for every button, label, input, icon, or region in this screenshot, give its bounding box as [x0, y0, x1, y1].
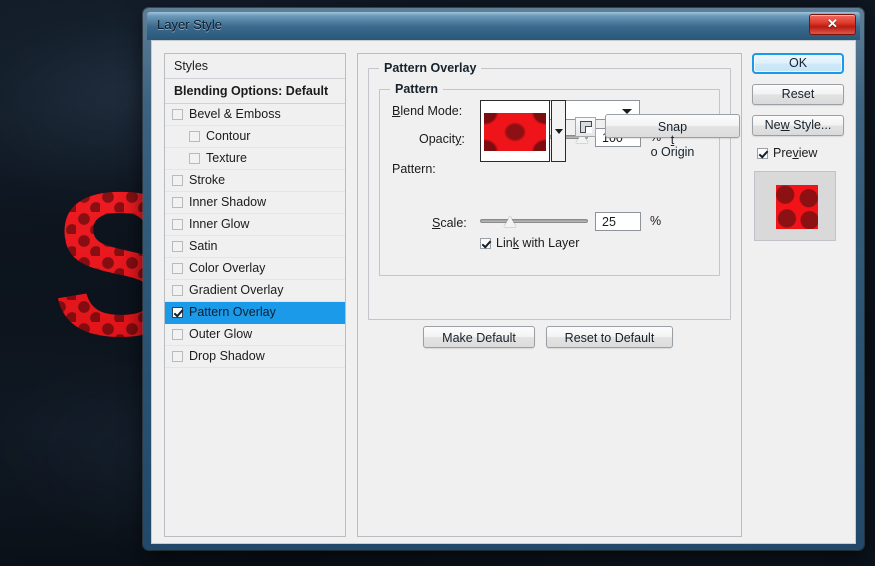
style-item-label: Color Overlay: [189, 261, 266, 275]
checkbox-stroke[interactable]: [172, 175, 183, 186]
styles-panel: Styles Blending Options: Default Bevel &…: [164, 53, 346, 537]
style-item-label: Contour: [206, 129, 251, 143]
dialog-body: Styles Blending Options: Default Bevel &…: [151, 40, 856, 544]
style-item-stroke[interactable]: Stroke: [165, 170, 345, 192]
style-item-inner-glow[interactable]: Inner Glow: [165, 214, 345, 236]
scale-unit: %: [650, 214, 662, 228]
checkbox-preview[interactable]: [757, 147, 768, 159]
checkbox-color-overlay[interactable]: [172, 263, 183, 274]
new-style-label: New Style...: [764, 118, 832, 132]
checkbox-gradient-overlay[interactable]: [172, 285, 183, 296]
style-item-contour[interactable]: Contour: [165, 126, 345, 148]
style-item-label: Drop Shadow: [189, 349, 265, 363]
pattern-group: Pattern Blend Mode: Normal Opacity: 10: [379, 82, 740, 276]
pattern-swatch-preview: [484, 113, 546, 151]
scale-slider-thumb[interactable]: [504, 216, 516, 227]
close-icon: ✕: [827, 16, 838, 31]
style-item-label: Inner Glow: [189, 217, 250, 231]
scale-label: Scale:: [432, 216, 467, 230]
checkbox-contour[interactable]: [189, 131, 200, 142]
style-item-texture[interactable]: Texture: [165, 148, 345, 170]
pattern-dropdown-button[interactable]: [551, 100, 566, 162]
pattern-group-title: Pattern: [390, 82, 444, 96]
preview-thumbnail: [754, 171, 836, 241]
style-item-satin[interactable]: Satin: [165, 236, 345, 258]
checkbox-link-with-layer[interactable]: [480, 237, 491, 249]
style-item-color-overlay[interactable]: Color Overlay: [165, 258, 345, 280]
checkbox-drop-shadow[interactable]: [172, 351, 183, 362]
checkbox-outer-glow[interactable]: [172, 329, 183, 340]
ok-button[interactable]: OK: [752, 53, 844, 74]
scale-input[interactable]: 25: [595, 212, 641, 231]
preview-row[interactable]: Preview: [757, 146, 847, 160]
style-item-inner-shadow[interactable]: Inner Shadow: [165, 192, 345, 214]
scale-slider-track: [480, 219, 588, 223]
blending-options-item[interactable]: Blending Options: Default: [165, 79, 345, 104]
opacity-label: Opacity:: [419, 132, 465, 146]
style-item-label: Stroke: [189, 173, 226, 187]
checkbox-satin[interactable]: [172, 241, 183, 252]
pattern-overlay-panel: Pattern Overlay Pattern Blend Mode: Norm…: [357, 53, 742, 537]
style-item-label: Texture: [206, 151, 247, 165]
chevron-down-icon: [555, 129, 563, 134]
pattern-swatch-button[interactable]: [480, 100, 550, 162]
style-item-gradient-overlay[interactable]: Gradient Overlay: [165, 280, 345, 302]
style-item-label: Satin: [189, 239, 218, 253]
new-pattern-icon: [580, 121, 592, 133]
checkbox-inner-glow[interactable]: [172, 219, 183, 230]
dialog-actions: OK Reset New Style... Preview: [752, 53, 847, 241]
reset-to-default-label: Reset to Default: [564, 331, 655, 345]
new-style-button[interactable]: New Style...: [752, 115, 844, 136]
link-with-layer-label: Link with Layer: [496, 236, 580, 250]
checkbox-pattern-overlay[interactable]: [172, 307, 183, 318]
style-item-label: Pattern Overlay: [189, 305, 276, 319]
checkbox-texture[interactable]: [189, 153, 200, 164]
make-default-label: Make Default: [442, 331, 516, 345]
dialog-title: Layer Style: [157, 17, 223, 32]
style-item-label: Inner Shadow: [189, 195, 267, 209]
close-button[interactable]: ✕: [809, 14, 856, 35]
style-item-label: Bevel & Emboss: [189, 107, 281, 121]
style-item-label: Outer Glow: [189, 327, 253, 341]
blend-mode-label: Blend Mode:: [392, 104, 463, 118]
style-item-label: Gradient Overlay: [189, 283, 284, 297]
pattern-overlay-title: Pattern Overlay: [379, 61, 482, 75]
link-with-layer-row[interactable]: Link with Layer: [480, 236, 579, 250]
style-item-drop-shadow[interactable]: Drop Shadow: [165, 346, 345, 368]
style-item-pattern-overlay[interactable]: Pattern Overlay: [165, 302, 345, 324]
new-pattern-button[interactable]: [575, 117, 596, 137]
preview-label: Preview: [773, 146, 818, 160]
reset-to-default-button[interactable]: Reset to Default: [546, 326, 673, 348]
checkbox-inner-shadow[interactable]: [172, 197, 183, 208]
reset-button[interactable]: Reset: [752, 84, 844, 105]
snap-to-origin-button[interactable]: Snap to Origin: [605, 114, 740, 158]
dialog-titlebar[interactable]: Layer Style ✕: [147, 12, 860, 40]
layer-style-dialog: Layer Style ✕ Styles Blending Options: D…: [143, 8, 864, 550]
pattern-overlay-group: Pattern Overlay Pattern Blend Mode: Norm…: [368, 61, 740, 320]
checkbox-bevel-emboss[interactable]: [172, 109, 183, 120]
scale-value: 25: [602, 215, 616, 229]
scale-slider[interactable]: [480, 214, 588, 228]
make-default-button[interactable]: Make Default: [423, 326, 535, 348]
preview-thumbnail-swatch: [776, 185, 818, 229]
style-item-outer-glow[interactable]: Outer Glow: [165, 324, 345, 346]
pattern-label: Pattern:: [392, 162, 436, 176]
style-item-bevel-emboss[interactable]: Bevel & Emboss: [165, 104, 345, 126]
styles-header: Styles: [165, 54, 345, 79]
snap-to-origin-label: Snap to Origin: [650, 120, 695, 159]
